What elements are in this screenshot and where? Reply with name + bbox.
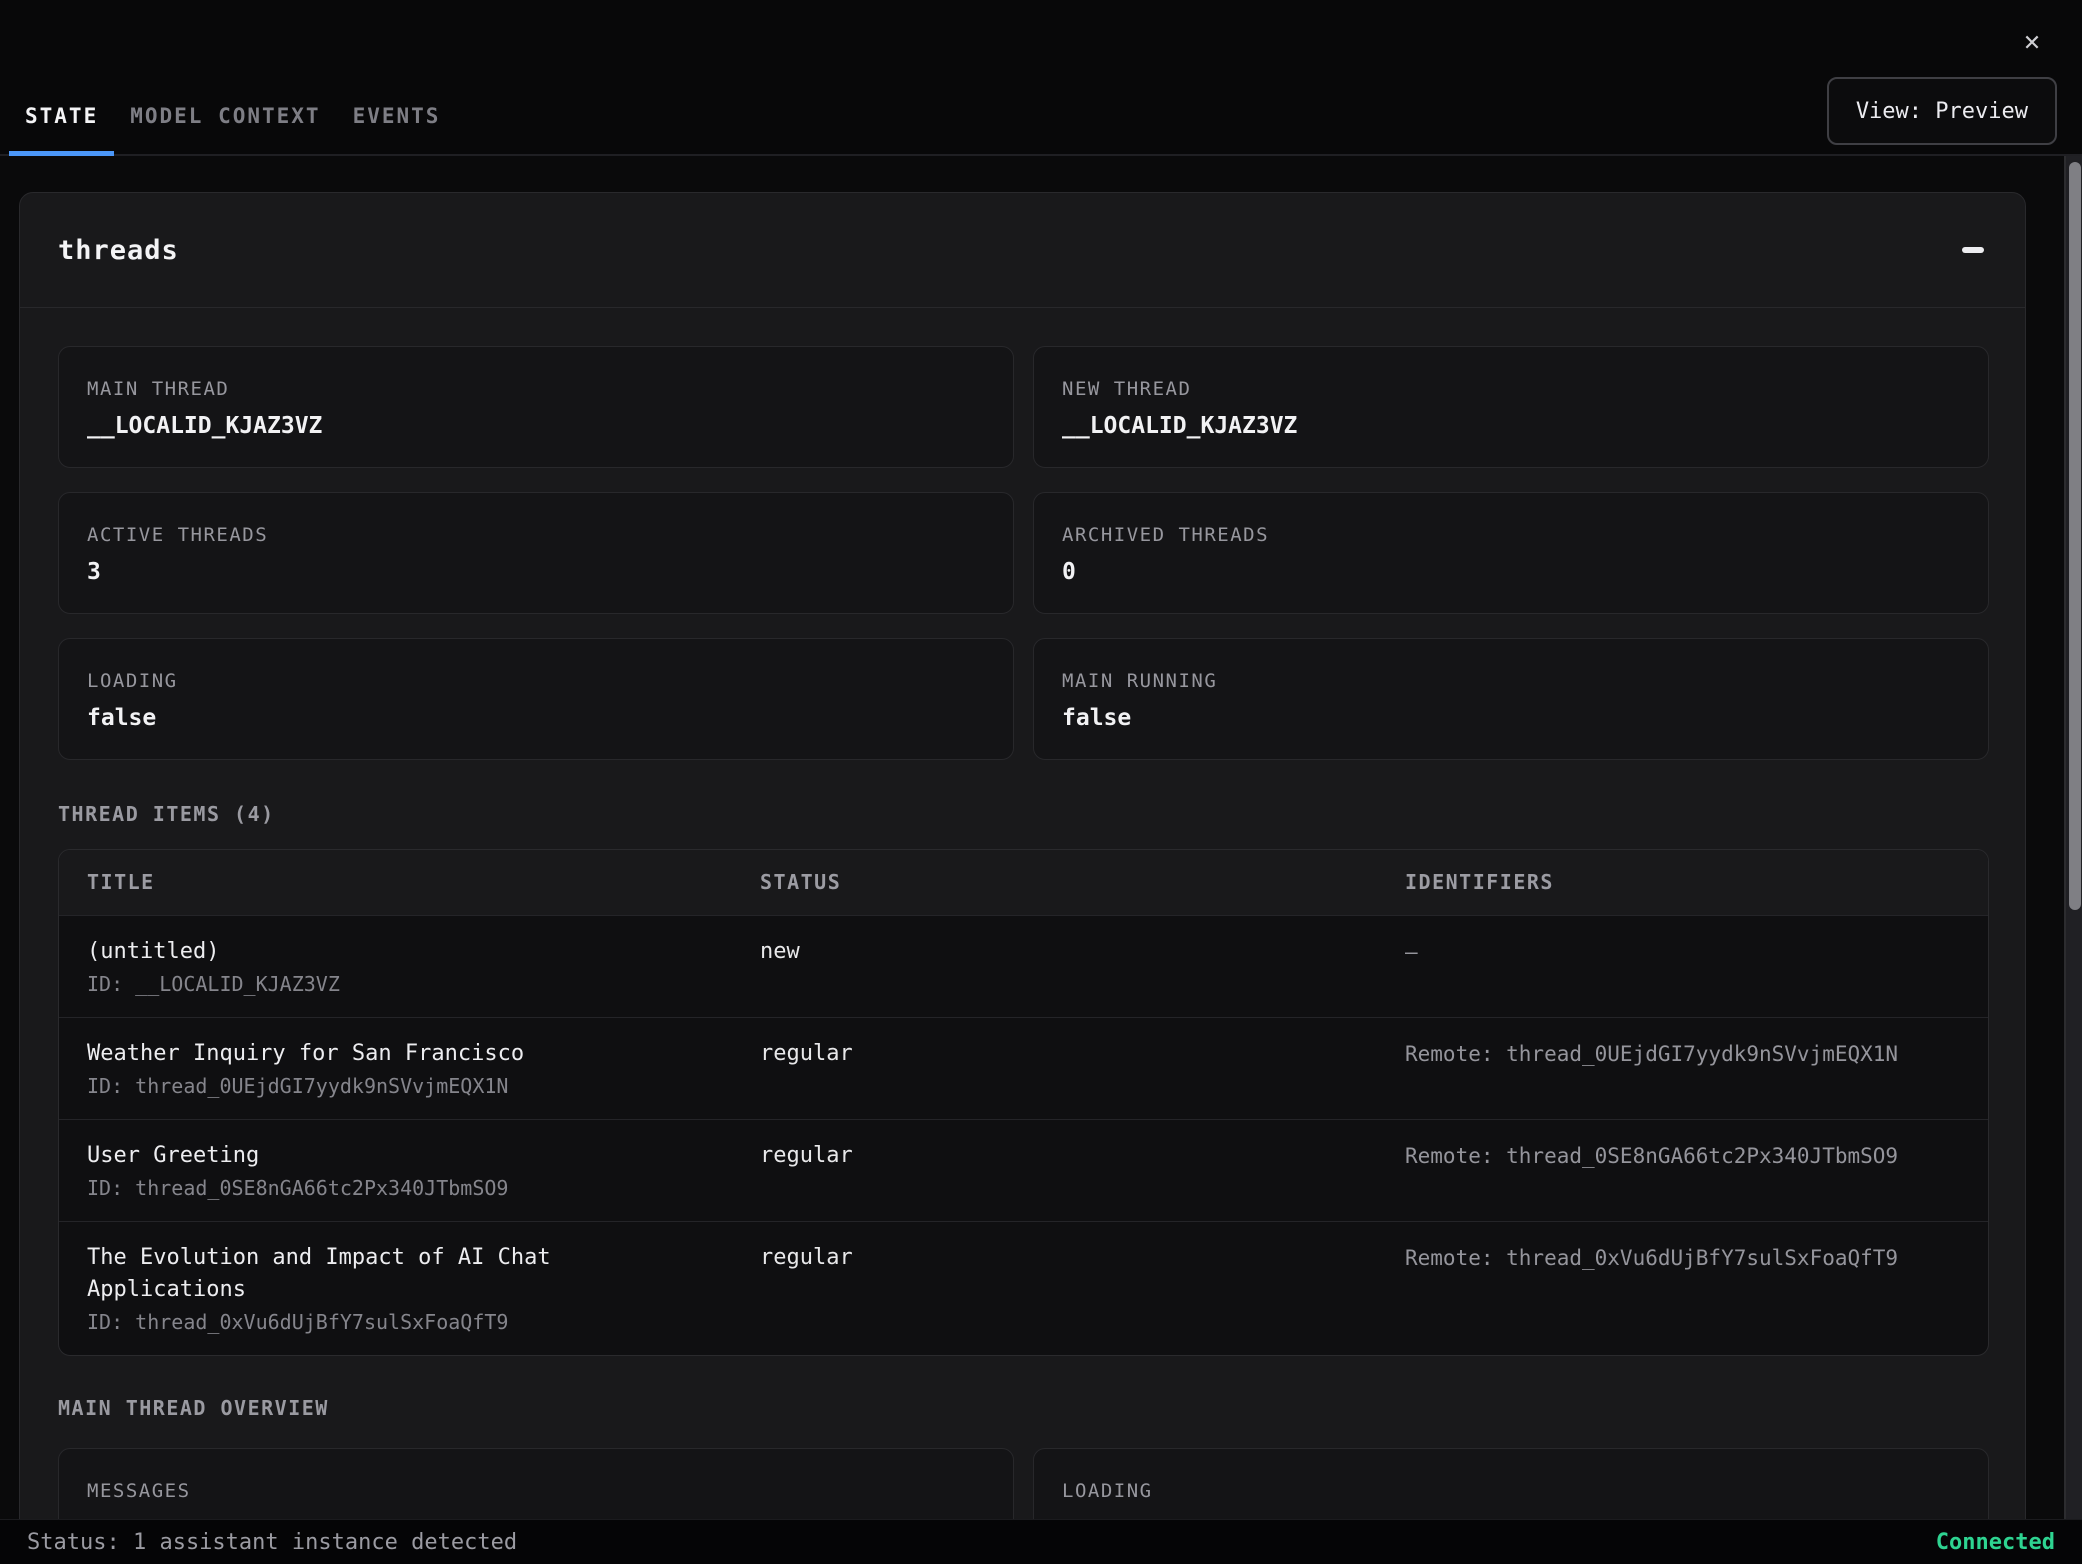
thread-id: ID: thread_0xVu6dUjBfY7sulSxFoaQfT9	[87, 1307, 704, 1337]
stat-label: ARCHIVED THREADS	[1062, 523, 1960, 547]
stat-value: 0	[1062, 557, 1960, 587]
minus-icon	[1962, 247, 1984, 253]
thread-status: new	[760, 936, 1349, 968]
cell-status: regular	[732, 1018, 1377, 1119]
stat-label: MAIN RUNNING	[1062, 669, 1960, 693]
thread-identifier: –	[1405, 936, 1960, 968]
thread-identifier: Remote: thread_0SE8nGA66tc2Px340JTbmSO9	[1405, 1140, 1960, 1172]
thread-title: User Greeting	[87, 1140, 704, 1172]
table-row: The Evolution and Impact of AI Chat Appl…	[59, 1221, 1988, 1355]
stat-card-new-thread: NEW THREAD __LOCALID_KJAZ3VZ	[1033, 346, 1989, 468]
tab-state[interactable]: STATE	[9, 76, 114, 156]
panel-title: threads	[58, 235, 179, 266]
column-header-identifiers: IDENTIFIERS	[1377, 850, 1988, 915]
cell-title: User Greeting ID: thread_0SE8nGA66tc2Px3…	[59, 1120, 732, 1221]
threads-panel: threads MAIN THREAD __LOCALID_KJAZ3VZ NE…	[19, 192, 2026, 1564]
table-row: Weather Inquiry for San Francisco ID: th…	[59, 1017, 1988, 1119]
debug-overlay-window: STATE MODEL CONTEXT EVENTS View: Preview…	[0, 0, 2082, 1564]
cell-identifiers: Remote: thread_0UEjdGI7yydk9nSVvjmEQX1N	[1377, 1018, 1988, 1119]
stat-value: __LOCALID_KJAZ3VZ	[87, 411, 985, 441]
column-header-status: STATUS	[732, 850, 1377, 915]
thread-status: regular	[760, 1038, 1349, 1070]
thread-status: regular	[760, 1242, 1349, 1274]
thread-items-section-label: THREAD ITEMS (4)	[58, 802, 1989, 826]
tab-model-context[interactable]: MODEL CONTEXT	[114, 76, 336, 156]
thread-title: Weather Inquiry for San Francisco	[87, 1038, 704, 1070]
thread-stats-grid: MAIN THREAD __LOCALID_KJAZ3VZ NEW THREAD…	[58, 346, 1989, 760]
status-bar: Status: 1 assistant instance detected Co…	[0, 1519, 2082, 1564]
cell-identifiers: Remote: thread_0SE8nGA66tc2Px340JTbmSO9	[1377, 1120, 1988, 1221]
view-mode-button[interactable]: View: Preview	[1827, 77, 2057, 145]
stat-value: 3	[87, 557, 985, 587]
stat-card-main-thread: MAIN THREAD __LOCALID_KJAZ3VZ	[58, 346, 1014, 468]
thread-title: The Evolution and Impact of AI Chat Appl…	[87, 1242, 704, 1306]
thread-items-table: TITLE STATUS IDENTIFIERS (untitled) ID: …	[58, 849, 1989, 1356]
table-header-row: TITLE STATUS IDENTIFIERS	[59, 850, 1988, 915]
stat-value: false	[1062, 703, 1960, 733]
threads-panel-header: threads	[20, 193, 2025, 308]
thread-id: ID: thread_0SE8nGA66tc2Px340JTbmSO9	[87, 1173, 704, 1203]
table-row: User Greeting ID: thread_0SE8nGA66tc2Px3…	[59, 1119, 1988, 1221]
column-header-title: TITLE	[59, 850, 732, 915]
cell-identifiers: Remote: thread_0xVu6dUjBfY7sulSxFoaQfT9	[1377, 1222, 1988, 1355]
stat-card-active-threads: ACTIVE THREADS 3	[58, 492, 1014, 614]
stat-label: ACTIVE THREADS	[87, 523, 985, 547]
cell-status: regular	[732, 1120, 1377, 1221]
connection-status: Connected	[1936, 1530, 2055, 1555]
top-bar: STATE MODEL CONTEXT EVENTS View: Preview…	[0, 0, 2082, 156]
close-button[interactable]: ✕	[2012, 22, 2052, 62]
collapse-button[interactable]	[1951, 228, 1995, 272]
stat-value: __LOCALID_KJAZ3VZ	[1062, 411, 1960, 441]
thread-title: (untitled)	[87, 936, 704, 968]
stat-card-loading: LOADING false	[58, 638, 1014, 760]
cell-identifiers: –	[1377, 916, 1988, 1017]
tab-events[interactable]: EVENTS	[337, 76, 457, 156]
thread-identifier: Remote: thread_0xVu6dUjBfY7sulSxFoaQfT9	[1405, 1242, 1960, 1274]
stat-label: NEW THREAD	[1062, 377, 1960, 401]
thread-id: ID: __LOCALID_KJAZ3VZ	[87, 969, 704, 999]
vertical-scrollbar[interactable]	[2064, 156, 2082, 1519]
thread-status: regular	[760, 1140, 1349, 1172]
overview-section-label: MAIN THREAD OVERVIEW	[58, 1396, 1989, 1420]
cell-title: (untitled) ID: __LOCALID_KJAZ3VZ	[59, 916, 732, 1017]
state-tab-content: threads MAIN THREAD __LOCALID_KJAZ3VZ NE…	[0, 158, 2026, 1564]
threads-panel-body: MAIN THREAD __LOCALID_KJAZ3VZ NEW THREAD…	[20, 308, 2025, 1564]
stat-label: LOADING	[87, 669, 985, 693]
stat-label: MAIN THREAD	[87, 377, 985, 401]
cell-title: Weather Inquiry for San Francisco ID: th…	[59, 1018, 732, 1119]
stat-card-main-running: MAIN RUNNING false	[1033, 638, 1989, 760]
table-body: (untitled) ID: __LOCALID_KJAZ3VZ new –	[59, 915, 1988, 1355]
stat-value: false	[87, 703, 985, 733]
stat-label: MESSAGES	[87, 1479, 985, 1503]
thread-id: ID: thread_0UEjdGI7yydk9nSVvjmEQX1N	[87, 1071, 704, 1101]
stat-label: LOADING	[1062, 1479, 1960, 1503]
cell-status: new	[732, 916, 1377, 1017]
close-icon: ✕	[2024, 26, 2040, 57]
table-row: (untitled) ID: __LOCALID_KJAZ3VZ new –	[59, 915, 1988, 1017]
scrollbar-thumb[interactable]	[2069, 162, 2081, 910]
thread-identifier: Remote: thread_0UEjdGI7yydk9nSVvjmEQX1N	[1405, 1038, 1960, 1070]
stat-card-archived-threads: ARCHIVED THREADS 0	[1033, 492, 1989, 614]
cell-title: The Evolution and Impact of AI Chat Appl…	[59, 1222, 732, 1355]
tab-bar: STATE MODEL CONTEXT EVENTS	[9, 76, 456, 156]
status-message: Status: 1 assistant instance detected	[27, 1530, 517, 1555]
cell-status: regular	[732, 1222, 1377, 1355]
